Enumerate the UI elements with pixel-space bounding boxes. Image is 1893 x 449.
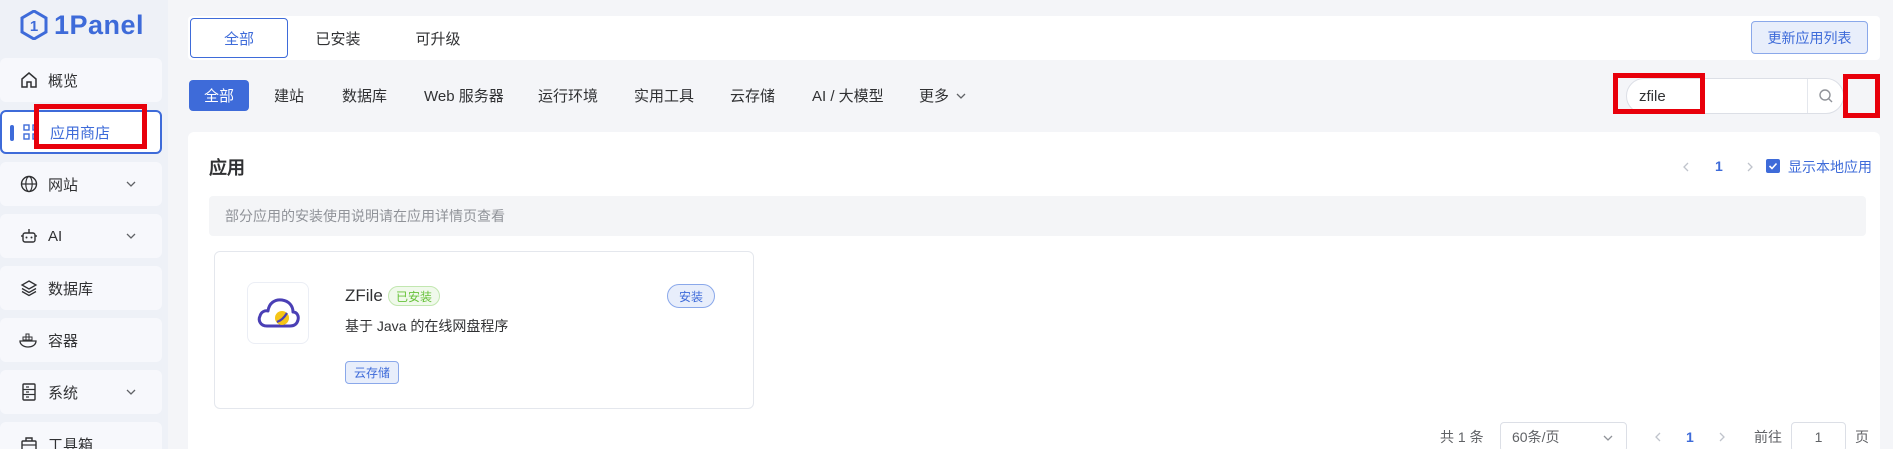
sidebar-item-label: 容器 (48, 332, 79, 350)
app-name: ZFile (345, 286, 383, 305)
app-tag[interactable]: 云存储 (345, 361, 400, 384)
category-tools[interactable]: 实用工具 (634, 80, 694, 111)
cloud-icon (257, 298, 300, 328)
logo-icon: 1 (20, 10, 48, 40)
show-local-label[interactable]: 显示本地应用 (1788, 157, 1872, 177)
chevron-right-icon[interactable] (1744, 161, 1756, 173)
category-more[interactable]: 更多 (919, 80, 967, 111)
update-app-list-button[interactable]: 更新应用列表 (1751, 21, 1868, 54)
layers-icon (18, 277, 40, 299)
category-all[interactable]: 全部 (189, 80, 249, 111)
category-ai-llm[interactable]: AI / 大模型 (812, 80, 884, 111)
goto-page-input[interactable]: 1 (1791, 422, 1846, 449)
panel-title: 应用 (209, 158, 245, 178)
chevron-right-icon[interactable] (1716, 431, 1728, 443)
app-icon (247, 282, 309, 344)
sidebar-item-label: AI (48, 227, 63, 245)
sidebar-item-container[interactable]: 容器 (0, 318, 162, 362)
usage-notice: 部分应用的安装使用说明请在应用详情页查看 (209, 196, 1866, 236)
goto-label: 前往 (1754, 429, 1782, 445)
sidebar-item-toolbox[interactable]: 工具箱 (0, 422, 162, 449)
robot-icon (18, 225, 40, 247)
chevron-down-icon (1603, 435, 1613, 441)
sidebar-item-label: 网站 (48, 176, 79, 194)
app-description: 基于 Java 的在线网盘程序 (345, 318, 509, 334)
app-list-panel: 应用 1 显示本地应用 部分应用的安装使用说明请在应用详情页查看 ZFile 已… (188, 132, 1880, 449)
sidebar-item-website[interactable]: 网站 (0, 162, 162, 206)
chevron-down-icon (126, 181, 136, 187)
sidebar-item-database[interactable]: 数据库 (0, 266, 162, 310)
sidebar: 1 1Panel 概览 应用商店 网站 AI 数据库 容器 系统 工具箱 (0, 0, 168, 449)
app-card-zfile[interactable]: ZFile 已安装 安装 基于 Java 的在线网盘程序 云存储 (214, 251, 754, 409)
chevron-down-icon (956, 93, 966, 99)
current-page-number[interactable]: 1 (1715, 158, 1723, 174)
chevron-down-icon (126, 389, 136, 395)
tab-upgradable[interactable]: 可升级 (388, 18, 488, 58)
home-icon (18, 69, 40, 91)
svg-text:1: 1 (30, 18, 38, 35)
category-runtime[interactable]: 运行环境 (538, 80, 598, 111)
chevron-left-icon[interactable] (1680, 161, 1692, 173)
category-database[interactable]: 数据库 (342, 80, 387, 111)
sidebar-item-label: 数据库 (48, 280, 94, 298)
sidebar-item-ai[interactable]: AI (0, 214, 162, 258)
install-button[interactable]: 安装 (667, 284, 715, 308)
search-button[interactable] (1807, 79, 1843, 113)
tab-installed[interactable]: 已安装 (288, 18, 388, 58)
check-icon (1768, 162, 1778, 170)
category-more-label: 更多 (919, 88, 950, 105)
page-suffix: 页 (1855, 429, 1869, 445)
sidebar-item-overview[interactable]: 概览 (0, 58, 162, 102)
page-size-value: 60条/页 (1512, 429, 1560, 445)
chevron-down-icon (126, 233, 136, 239)
server-icon (18, 381, 40, 403)
tab-all[interactable]: 全部 (190, 18, 288, 58)
toolbox-icon (18, 433, 40, 449)
category-web-server[interactable]: Web 服务器 (424, 80, 504, 111)
sidebar-item-label: 工具箱 (48, 436, 94, 449)
show-local-checkbox[interactable] (1766, 159, 1780, 173)
chevron-left-icon[interactable] (1652, 431, 1664, 443)
category-website[interactable]: 建站 (274, 80, 304, 111)
footer-current-page[interactable]: 1 (1686, 422, 1694, 449)
sidebar-item-label: 概览 (48, 72, 79, 90)
installed-badge: 已安装 (388, 286, 441, 306)
search-icon (1818, 89, 1832, 103)
sidebar-item-label: 系统 (48, 384, 79, 402)
category-cloud-storage[interactable]: 云存储 (730, 80, 775, 111)
status-tabs-bar: 全部 已安装 可升级 更新应用列表 (188, 16, 1880, 60)
highlight-box-search-input (1613, 73, 1705, 114)
page-size-select[interactable]: 60条/页 (1500, 422, 1627, 449)
logo[interactable]: 1 1Panel (20, 8, 144, 42)
container-icon (18, 329, 40, 351)
highlight-box-sidebar (34, 104, 147, 149)
total-count: 共 1 条 (1440, 429, 1484, 445)
sidebar-item-system[interactable]: 系统 (0, 370, 162, 414)
globe-icon (18, 173, 40, 195)
logo-text: 1Panel (54, 9, 145, 40)
highlight-box-search-button (1843, 74, 1880, 118)
